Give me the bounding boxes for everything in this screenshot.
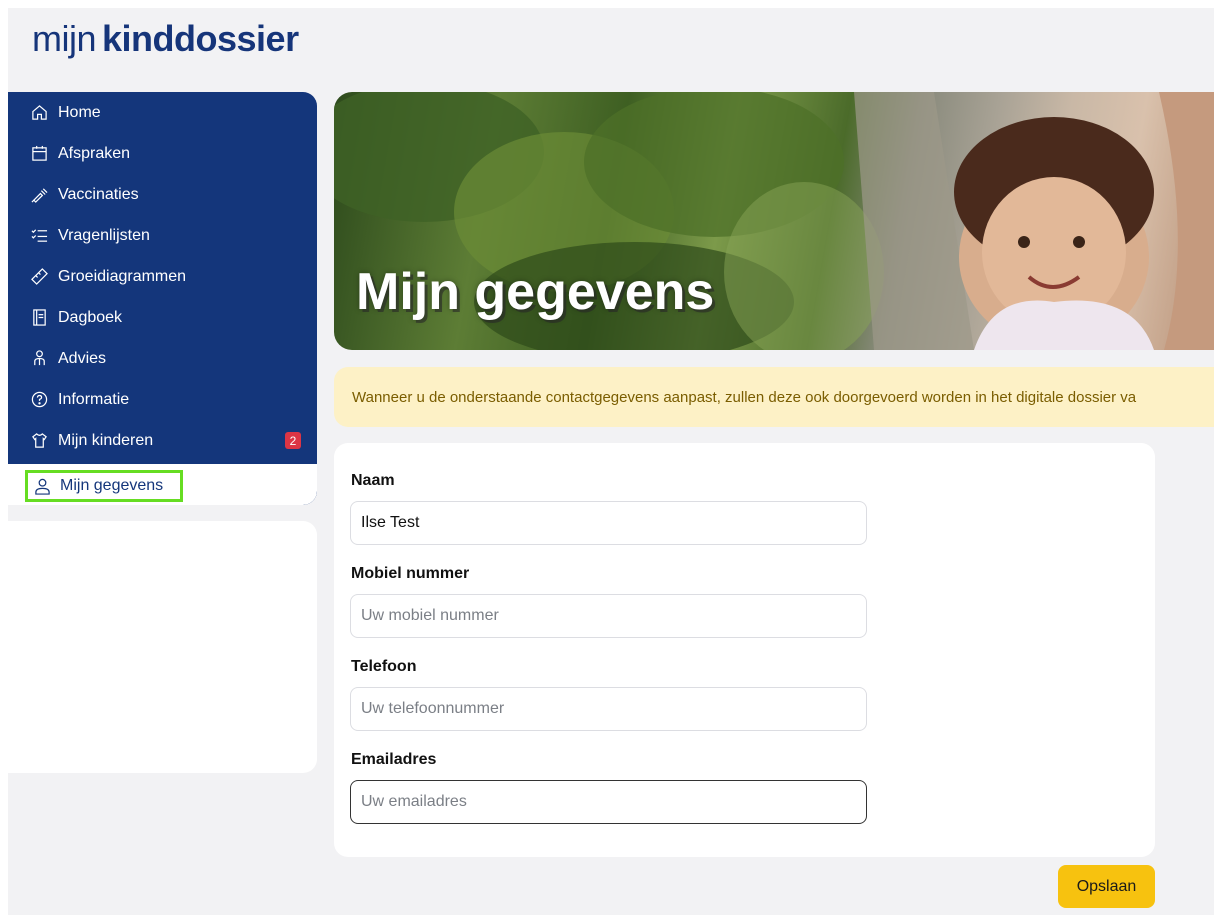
sidebar-nav: Home Afspraken Vaccinaties Vragenlijsten… bbox=[8, 92, 317, 505]
people-icon bbox=[30, 350, 48, 368]
logo-light-text: mijn bbox=[32, 18, 97, 59]
mobile-label: Mobiel nummer bbox=[351, 565, 470, 582]
sidebar-item-advies[interactable]: Advies bbox=[8, 338, 317, 379]
sidebar-item-label: Home bbox=[58, 103, 101, 121]
syringe-icon bbox=[30, 186, 48, 204]
sidebar-item-informatie[interactable]: Informatie bbox=[8, 379, 317, 420]
name-label: Naam bbox=[351, 472, 395, 489]
email-label: Emailadres bbox=[351, 751, 437, 768]
sidebar-item-afspraken[interactable]: Afspraken bbox=[8, 133, 317, 174]
mobile-field[interactable] bbox=[350, 594, 867, 638]
notebook-icon bbox=[30, 309, 48, 327]
email-field[interactable] bbox=[350, 780, 867, 824]
sidebar-item-label: Informatie bbox=[58, 390, 130, 408]
question-circle-icon bbox=[30, 391, 48, 409]
calendar-icon bbox=[30, 145, 48, 163]
sidebar-item-label: Advies bbox=[58, 349, 107, 367]
name-field[interactable] bbox=[350, 501, 867, 545]
sidebar-item-label: Dagboek bbox=[58, 308, 123, 326]
sidebar-item-home[interactable]: Home bbox=[8, 92, 317, 133]
phone-field[interactable] bbox=[350, 687, 867, 731]
notification-badge: 2 bbox=[285, 432, 301, 449]
app-logo[interactable]: mijn kinddossier bbox=[32, 18, 299, 60]
contact-form-card: Naam Mobiel nummer Telefoon Emailadres bbox=[334, 443, 1155, 857]
sidebar-item-label: Vragenlijsten bbox=[58, 226, 150, 244]
home-icon bbox=[30, 104, 48, 122]
sidebar-item-vaccinaties[interactable]: Vaccinaties bbox=[8, 174, 317, 215]
sidebar-item-dagboek[interactable]: Dagboek bbox=[8, 297, 317, 338]
hero-banner: Mijn gegevens bbox=[334, 92, 1214, 350]
sidebar-item-groeidiagrammen[interactable]: Groeidiagrammen bbox=[8, 256, 317, 297]
info-notice: Wanneer u de onderstaande contactgegeven… bbox=[334, 367, 1214, 427]
sidebar-item-label: Groeidiagrammen bbox=[58, 267, 187, 285]
phone-label: Telefoon bbox=[351, 658, 417, 675]
sidebar-item-mijn-kinderen[interactable]: Mijn kinderen 2 bbox=[8, 420, 317, 461]
sidebar-item-label: Mijn gegevens bbox=[60, 477, 164, 494]
sidebar-item-label: Vaccinaties bbox=[58, 185, 139, 203]
ruler-icon bbox=[30, 268, 48, 286]
save-button[interactable]: Opslaan bbox=[1058, 865, 1155, 908]
sidebar-item-label: Afspraken bbox=[58, 144, 131, 162]
sidebar-item-mijn-gegevens: Mijn gegevens bbox=[8, 464, 317, 505]
sidebar-item-vragenlijsten[interactable]: Vragenlijsten bbox=[8, 215, 317, 256]
sidebar-item-label: Mijn kinderen bbox=[58, 431, 154, 449]
page-title: Mijn gegevens bbox=[356, 263, 715, 321]
checklist-icon bbox=[30, 227, 48, 245]
shirt-icon bbox=[30, 432, 48, 450]
sidebar-secondary-card bbox=[8, 521, 317, 773]
user-icon bbox=[33, 477, 51, 495]
sidebar-item-mijn-gegevens-link[interactable]: Mijn gegevens bbox=[25, 470, 183, 502]
logo-bold-text: kinddossier bbox=[102, 18, 299, 59]
